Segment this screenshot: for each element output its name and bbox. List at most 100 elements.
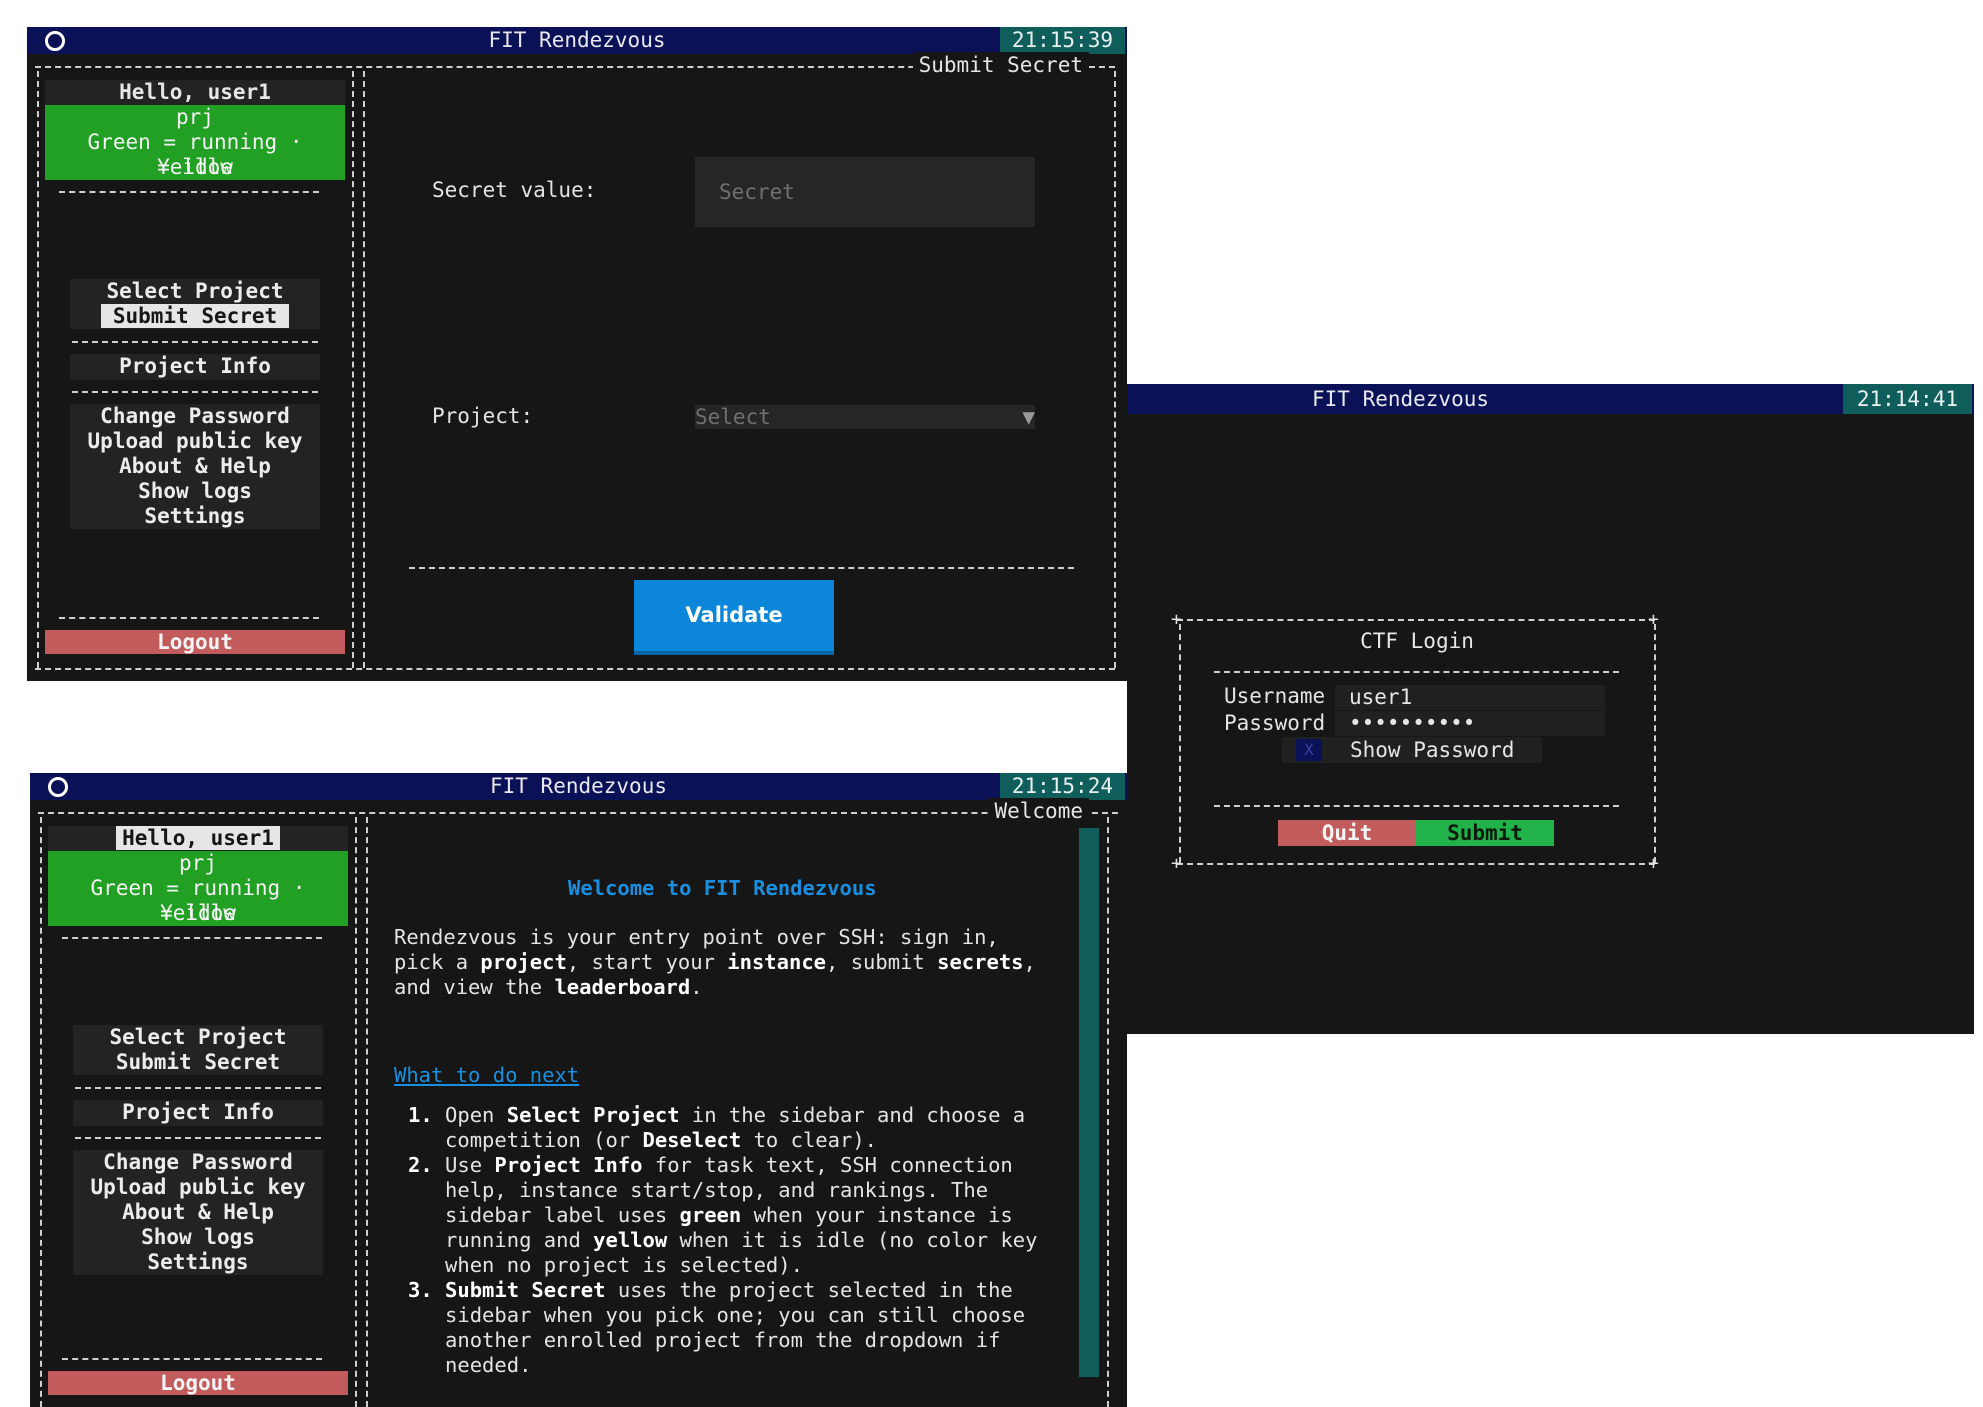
- sidebar-divider-1: [352, 71, 354, 668]
- panel-title: Welcome: [988, 798, 1089, 824]
- right-border: [1107, 817, 1109, 1407]
- menu-upload-public-key[interactable]: Upload public key: [70, 429, 320, 454]
- dialog-top-border: [1177, 619, 1655, 621]
- bottom-border: [35, 668, 1115, 670]
- submit-button[interactable]: Submit: [1416, 820, 1554, 846]
- secret-input[interactable]: Secret: [695, 157, 1035, 227]
- menu-about-help[interactable]: About & Help: [70, 454, 320, 479]
- menu-project-info[interactable]: Project Info: [70, 354, 320, 379]
- nav-group-3: Change Password Upload public key About …: [70, 404, 320, 529]
- intro-bold-secrets: secrets: [937, 950, 1024, 974]
- welcome-window: FIT Rendezvous 21:15:24 Welcome Hello, u…: [30, 773, 1127, 1407]
- sidebar-divider-1: [355, 817, 357, 1407]
- username-label: Username: [1224, 684, 1326, 708]
- left-border: [37, 71, 39, 668]
- menu-upload-public-key[interactable]: Upload public key: [73, 1175, 323, 1200]
- clock: 21:15:39: [999, 27, 1125, 54]
- menu-submit-secret[interactable]: Submit Secret: [73, 1050, 323, 1075]
- menu-settings[interactable]: Settings: [70, 504, 320, 529]
- title-bar: FIT Rendezvous 21:14:41: [1127, 384, 1974, 414]
- login-separator-top: [1214, 671, 1619, 673]
- title-bar: FIT Rendezvous 21:15:39: [27, 27, 1127, 54]
- sidebar-bottom-separator: [62, 1358, 322, 1360]
- login-window: FIT Rendezvous 21:14:41 + + + + CTF Logi…: [1127, 384, 1974, 1034]
- login-heading: CTF Login: [1360, 629, 1474, 653]
- password-label: Password: [1224, 711, 1326, 735]
- greeting: Hello, user1: [48, 826, 348, 851]
- intro-bold-project: project: [480, 950, 567, 974]
- logout-button[interactable]: Logout: [48, 1371, 348, 1395]
- menu-show-logs[interactable]: Show logs: [70, 479, 320, 504]
- sidebar-separator: [62, 937, 322, 939]
- legend-line-2: = idle: [157, 155, 233, 179]
- intro-text: pick a: [394, 950, 481, 974]
- show-password-row[interactable]: X Show Password: [1282, 737, 1542, 763]
- left-border: [40, 817, 42, 1407]
- project-status-box: prj Green = running · Yellow = idle: [45, 105, 345, 180]
- menu-about-help[interactable]: About & Help: [73, 1200, 323, 1225]
- sidebar-divider-2: [363, 71, 365, 668]
- menu-settings[interactable]: Settings: [73, 1250, 323, 1275]
- intro-paragraph: Rendezvous is your entry point over SSH:…: [394, 925, 1036, 1000]
- legend-line-2: = idle: [160, 901, 236, 925]
- menu-show-logs[interactable]: Show logs: [73, 1225, 323, 1250]
- content-scrollbar[interactable]: [1079, 828, 1099, 1377]
- menu-select-project[interactable]: Select Project: [73, 1025, 323, 1050]
- project-label: Project:: [432, 404, 534, 428]
- dialog-right-border: [1654, 624, 1656, 863]
- project-name: prj: [176, 105, 214, 129]
- menu-submit-secret[interactable]: Submit Secret: [70, 304, 320, 329]
- intro-text: and view the: [394, 975, 555, 999]
- intro-bold-instance: instance: [727, 950, 827, 974]
- nav-separator-2: [72, 391, 318, 393]
- nav-group-1: Select Project Submit Secret: [73, 1025, 323, 1075]
- step-number: 2.: [408, 1153, 433, 1177]
- validate-button[interactable]: Validate: [634, 580, 834, 655]
- checkbox-icon[interactable]: X: [1296, 739, 1322, 761]
- password-input[interactable]: ••••••••••: [1335, 711, 1605, 736]
- username-input[interactable]: user1: [1335, 685, 1605, 710]
- menu-submit-secret-label: Submit Secret: [100, 304, 290, 328]
- show-password-label: Show Password: [1350, 738, 1515, 762]
- project-status-box: prj Green = running · Yellow = idle: [48, 851, 348, 926]
- window-title: FIT Rendezvous: [489, 774, 667, 798]
- step-number: 3.: [408, 1278, 433, 1302]
- right-border: [1114, 71, 1116, 668]
- clock: 21:14:41: [1842, 384, 1972, 414]
- submit-secret-window: FIT Rendezvous 21:15:39 Submit Secret He…: [27, 27, 1127, 681]
- username-value: user1: [1349, 685, 1413, 709]
- nav-separator-2: [75, 1137, 321, 1139]
- intro-text: , submit: [826, 950, 938, 974]
- welcome-heading: Welcome to FIT Rendezvous: [568, 876, 877, 900]
- corner: +: [1648, 609, 1659, 630]
- menu-change-password[interactable]: Change Password: [70, 404, 320, 429]
- clock: 21:15:24: [999, 773, 1125, 800]
- step-number: 1.: [408, 1103, 433, 1127]
- panel-title: Submit Secret: [912, 52, 1089, 78]
- menu-change-password[interactable]: Change Password: [73, 1150, 323, 1175]
- quit-button[interactable]: Quit: [1278, 820, 1416, 846]
- corner: +: [1171, 609, 1182, 630]
- dialog-bottom-border: [1177, 863, 1655, 865]
- menu-project-info[interactable]: Project Info: [73, 1100, 323, 1125]
- intro-text: ,: [1023, 950, 1036, 974]
- login-separator-bottom: [1214, 805, 1619, 807]
- sidebar-bottom-separator: [59, 617, 319, 619]
- project-select[interactable]: Select ▼: [695, 405, 1035, 429]
- nav-group-2: Project Info: [70, 354, 320, 380]
- form-separator: [409, 567, 1074, 569]
- intro-text: .: [690, 975, 703, 999]
- dialog-left-border: [1179, 624, 1181, 863]
- greeting: Hello, user1: [45, 80, 345, 105]
- intro-text: , start your: [566, 950, 728, 974]
- secret-label: Secret value:: [432, 178, 597, 202]
- top-border: [38, 812, 1118, 814]
- sidebar-divider-2: [366, 817, 368, 1407]
- menu-select-project[interactable]: Select Project: [70, 279, 320, 304]
- title-bar: FIT Rendezvous 21:15:24: [30, 773, 1127, 800]
- logout-button[interactable]: Logout: [45, 630, 345, 654]
- corner: +: [1171, 853, 1182, 874]
- corner: +: [1648, 853, 1659, 874]
- sidebar-separator: [59, 191, 319, 193]
- what-to-do-next-link[interactable]: What to do next: [394, 1063, 579, 1087]
